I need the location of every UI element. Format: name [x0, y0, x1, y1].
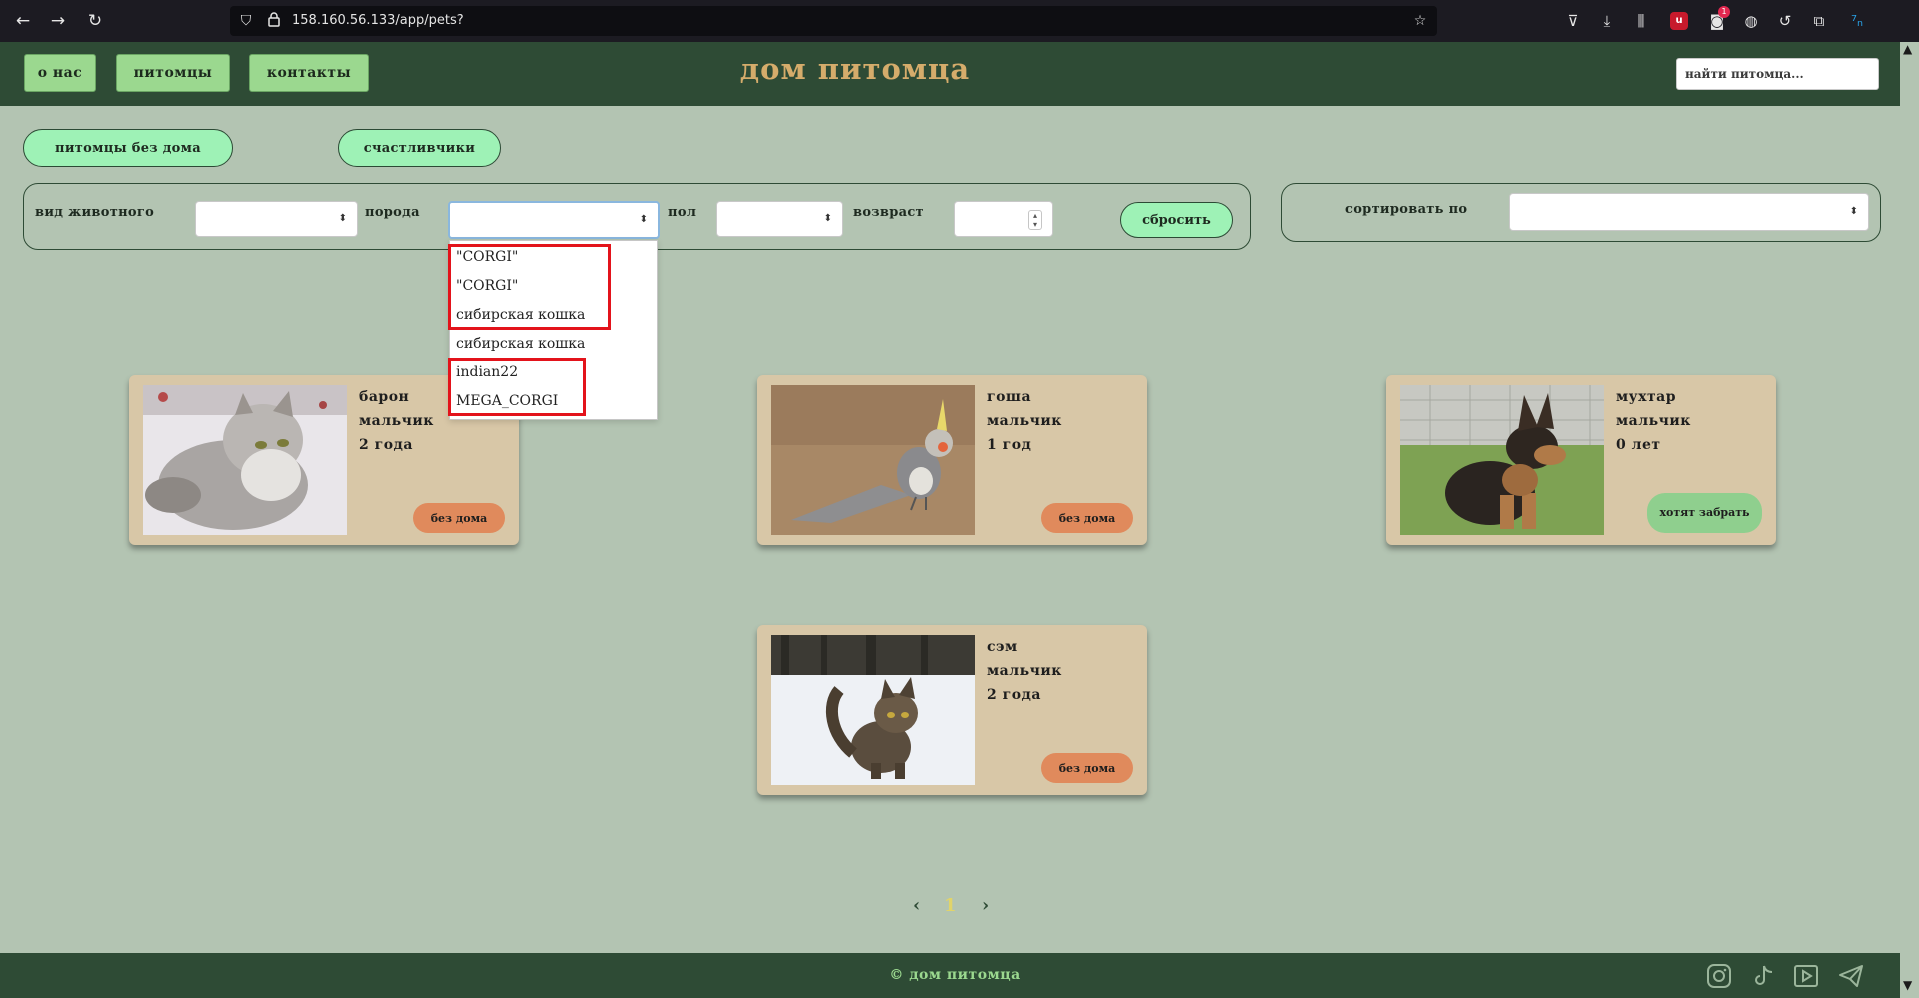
- pet-gender: мальчик: [359, 413, 434, 429]
- shield-icon[interactable]: ⛉: [236, 11, 256, 31]
- extensions-puzzle-icon[interactable]: ⧉: [1808, 10, 1830, 32]
- gender-label: пол: [668, 205, 697, 220]
- siberian-cat-photo: [143, 385, 347, 535]
- reset-button[interactable]: сбросить: [1120, 202, 1233, 238]
- highlight-box-test-entries: [448, 358, 586, 416]
- pet-card[interactable]: мухтар мальчик 0 лет хотят забрать: [1386, 375, 1776, 545]
- search-input[interactable]: [1676, 58, 1879, 90]
- animal-type-label: вид животного: [35, 205, 155, 220]
- pet-name: гоша: [987, 389, 1032, 405]
- ublock-icon[interactable]: u: [1670, 12, 1688, 30]
- library-icon[interactable]: ⫼: [1630, 10, 1652, 32]
- pet-gender: мальчик: [987, 413, 1062, 429]
- cat-in-snow-photo: [771, 635, 975, 785]
- bookmark-star-icon[interactable]: ☆: [1410, 11, 1430, 31]
- addon-icon[interactable]: ⁷ₙ: [1846, 10, 1868, 32]
- sort-select[interactable]: ⬍: [1509, 193, 1869, 231]
- pet-name: барон: [359, 389, 410, 405]
- page-scrollbar[interactable]: [1900, 42, 1919, 998]
- lock-icon[interactable]: [264, 11, 284, 31]
- sort-label: сортировать по: [1345, 202, 1468, 217]
- forward-icon[interactable]: →: [47, 10, 69, 32]
- status-badge-adopting[interactable]: хотят забрать: [1647, 493, 1762, 533]
- pet-age: 1 год: [987, 437, 1032, 453]
- pet-card[interactable]: гоша мальчик 1 год без дома: [757, 375, 1147, 545]
- age-input[interactable]: ▴ ▾: [954, 201, 1053, 237]
- gender-select[interactable]: ⬍: [716, 201, 843, 237]
- select-arrows-icon: ⬍: [1849, 206, 1858, 217]
- breed-select[interactable]: ⬍: [448, 201, 660, 239]
- breed-label: порода: [365, 205, 420, 220]
- cockatiel-photo: [771, 385, 975, 535]
- globe-icon[interactable]: ◍: [1740, 10, 1762, 32]
- pocket-icon[interactable]: ⊽: [1562, 10, 1584, 32]
- site-footer: © дом питомца: [0, 953, 1900, 998]
- select-arrows-icon: ⬍: [823, 213, 832, 224]
- pet-gender: мальчик: [1616, 413, 1691, 429]
- highlight-box-duplicates: [448, 244, 611, 330]
- number-spinner-icon[interactable]: ▴ ▾: [1028, 210, 1042, 230]
- pet-info: сэм мальчик 2 года: [987, 635, 1062, 707]
- pet-name: мухтар: [1616, 389, 1677, 405]
- current-page[interactable]: 1: [944, 895, 957, 916]
- scroll-up-icon[interactable]: ▲: [1903, 42, 1912, 56]
- pet-info: барон мальчик 2 года: [359, 385, 434, 457]
- pet-info: мухтар мальчик 0 лет: [1616, 385, 1691, 457]
- youtube-icon[interactable]: [1793, 963, 1819, 989]
- pet-age: 0 лет: [1616, 437, 1661, 453]
- status-badge-homeless[interactable]: без дома: [413, 503, 505, 533]
- german-shepherd-puppy-photo: [1400, 385, 1604, 535]
- pet-name: сэм: [987, 639, 1018, 655]
- prev-page-button[interactable]: ‹: [913, 895, 920, 916]
- select-arrows-icon: ⬍: [338, 213, 347, 224]
- notification-badge: 1: [1718, 6, 1730, 18]
- select-arrows-icon: ⬍: [639, 214, 648, 225]
- site-header: о нас питомцы контакты дом питомца: [0, 42, 1900, 106]
- pet-age: 2 года: [359, 437, 413, 453]
- breed-option[interactable]: сибирская кошка: [456, 336, 585, 352]
- sync-icon[interactable]: ↺: [1774, 10, 1796, 32]
- telegram-icon[interactable]: [1838, 963, 1864, 989]
- nav-about-button[interactable]: о нас: [24, 54, 96, 92]
- address-bar[interactable]: ⛉ 158.160.56.133/app/pets? ☆: [230, 6, 1437, 36]
- tiktok-icon[interactable]: [1750, 963, 1776, 989]
- pet-info: гоша мальчик 1 год: [987, 385, 1062, 457]
- nav-contacts-button[interactable]: контакты: [249, 54, 369, 92]
- pet-age: 2 года: [987, 687, 1041, 703]
- pet-card[interactable]: сэм мальчик 2 года без дома: [757, 625, 1147, 795]
- site-title[interactable]: дом питомца: [720, 52, 990, 86]
- animal-type-select[interactable]: ⬍: [195, 201, 358, 237]
- reload-icon[interactable]: ↻: [84, 10, 106, 32]
- instagram-icon[interactable]: [1706, 963, 1732, 989]
- lucky-pets-button[interactable]: счастливчики: [338, 129, 501, 167]
- scroll-down-icon[interactable]: ▼: [1903, 978, 1912, 992]
- status-badge-homeless[interactable]: без дома: [1041, 753, 1133, 783]
- homeless-pets-button[interactable]: питомцы без дома: [23, 129, 233, 167]
- status-badge-homeless[interactable]: без дома: [1041, 503, 1133, 533]
- back-icon[interactable]: ←: [12, 10, 34, 32]
- pet-gender: мальчик: [987, 663, 1062, 679]
- browser-toolbar: ← → ↻ ⛉ 158.160.56.133/app/pets? ☆ ⊽ ⤓ ⫼…: [0, 0, 1919, 42]
- downloads-icon[interactable]: ⤓: [1596, 10, 1618, 32]
- footer-copyright: © дом питомца: [889, 967, 1021, 983]
- nav-pets-button[interactable]: питомцы: [116, 54, 230, 92]
- age-label: возвраст: [853, 205, 924, 220]
- next-page-button[interactable]: ›: [982, 895, 989, 916]
- url-text[interactable]: 158.160.56.133/app/pets?: [292, 13, 464, 28]
